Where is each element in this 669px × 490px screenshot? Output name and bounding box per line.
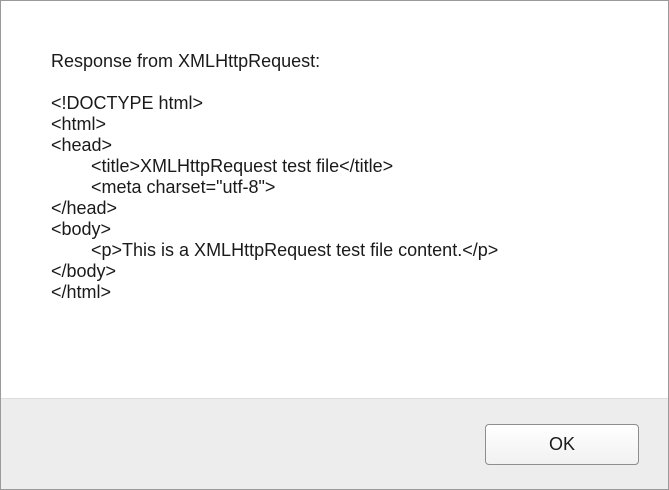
ok-button[interactable]: OK — [485, 424, 639, 465]
alert-dialog: Response from XMLHttpRequest: <!DOCTYPE … — [0, 0, 669, 490]
dialog-message: Response from XMLHttpRequest: <!DOCTYPE … — [51, 51, 499, 302]
dialog-content: Response from XMLHttpRequest: <!DOCTYPE … — [1, 1, 668, 398]
dialog-footer: OK — [1, 398, 668, 489]
